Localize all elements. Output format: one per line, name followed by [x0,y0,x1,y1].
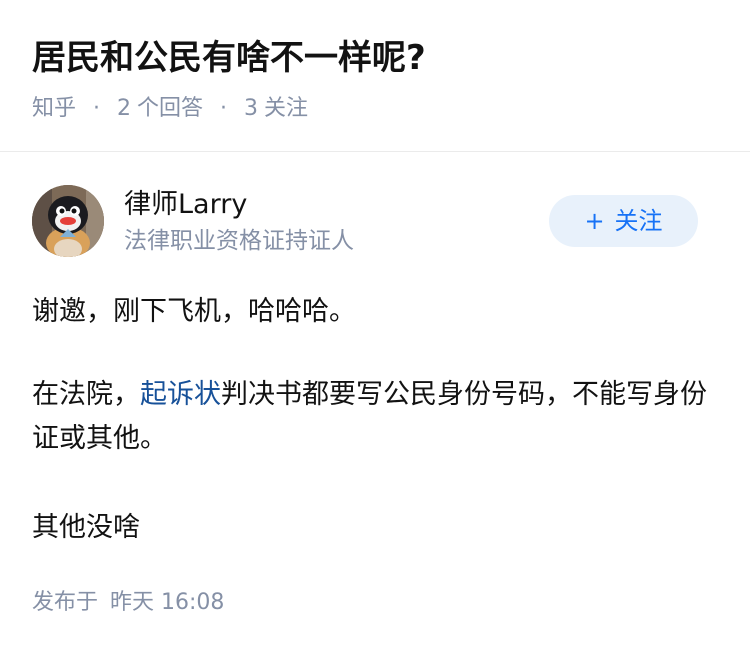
answer-paragraph: 谢邀，刚下飞机，哈哈哈。 [32,296,356,327]
answer-count-label[interactable]: 个回答 [137,96,203,121]
question-header: 居民和公民有啥不一样呢? 知乎 · 2 个回答 · 3 关注 [0,0,750,152]
follow-button[interactable]: + 关注 [549,195,698,247]
answer-paragraph: 其他没啥 [32,512,140,543]
author-badge: 法律职业资格证持证人 [124,228,354,254]
author-card: 律师Larry 法律职业资格证持证人 + 关注 [32,185,718,261]
follow-count: 3 [244,96,259,121]
keyword-link[interactable]: 起诉状 [140,379,221,410]
follow-count-label[interactable]: 关注 [264,96,308,121]
pingu-penguin-avatar-icon [32,185,104,257]
answer-count: 2 [117,96,132,121]
meta-separator: · [93,96,101,121]
question-meta: 知乎 · 2 个回答 · 3 关注 [32,94,308,124]
author-name[interactable]: 律师Larry [124,187,247,223]
publish-time[interactable]: 发布于 昨天 16:08 [32,588,224,618]
answer-text: 在法院， [32,379,140,410]
publish-label: 发布于 [32,590,99,615]
publish-timestamp: 昨天 16:08 [110,590,225,615]
answer-paragraph: 在法院，起诉状判决书都要写公民身份号码，不能写身份证或其他。 [32,373,718,461]
meta-separator: · [220,96,228,121]
follow-button-label: 关注 [614,207,663,235]
question-title[interactable]: 居民和公民有啥不一样呢? [32,36,426,80]
source-label[interactable]: 知乎 [32,96,76,121]
avatar[interactable] [32,185,104,257]
plus-icon: + [584,207,605,235]
